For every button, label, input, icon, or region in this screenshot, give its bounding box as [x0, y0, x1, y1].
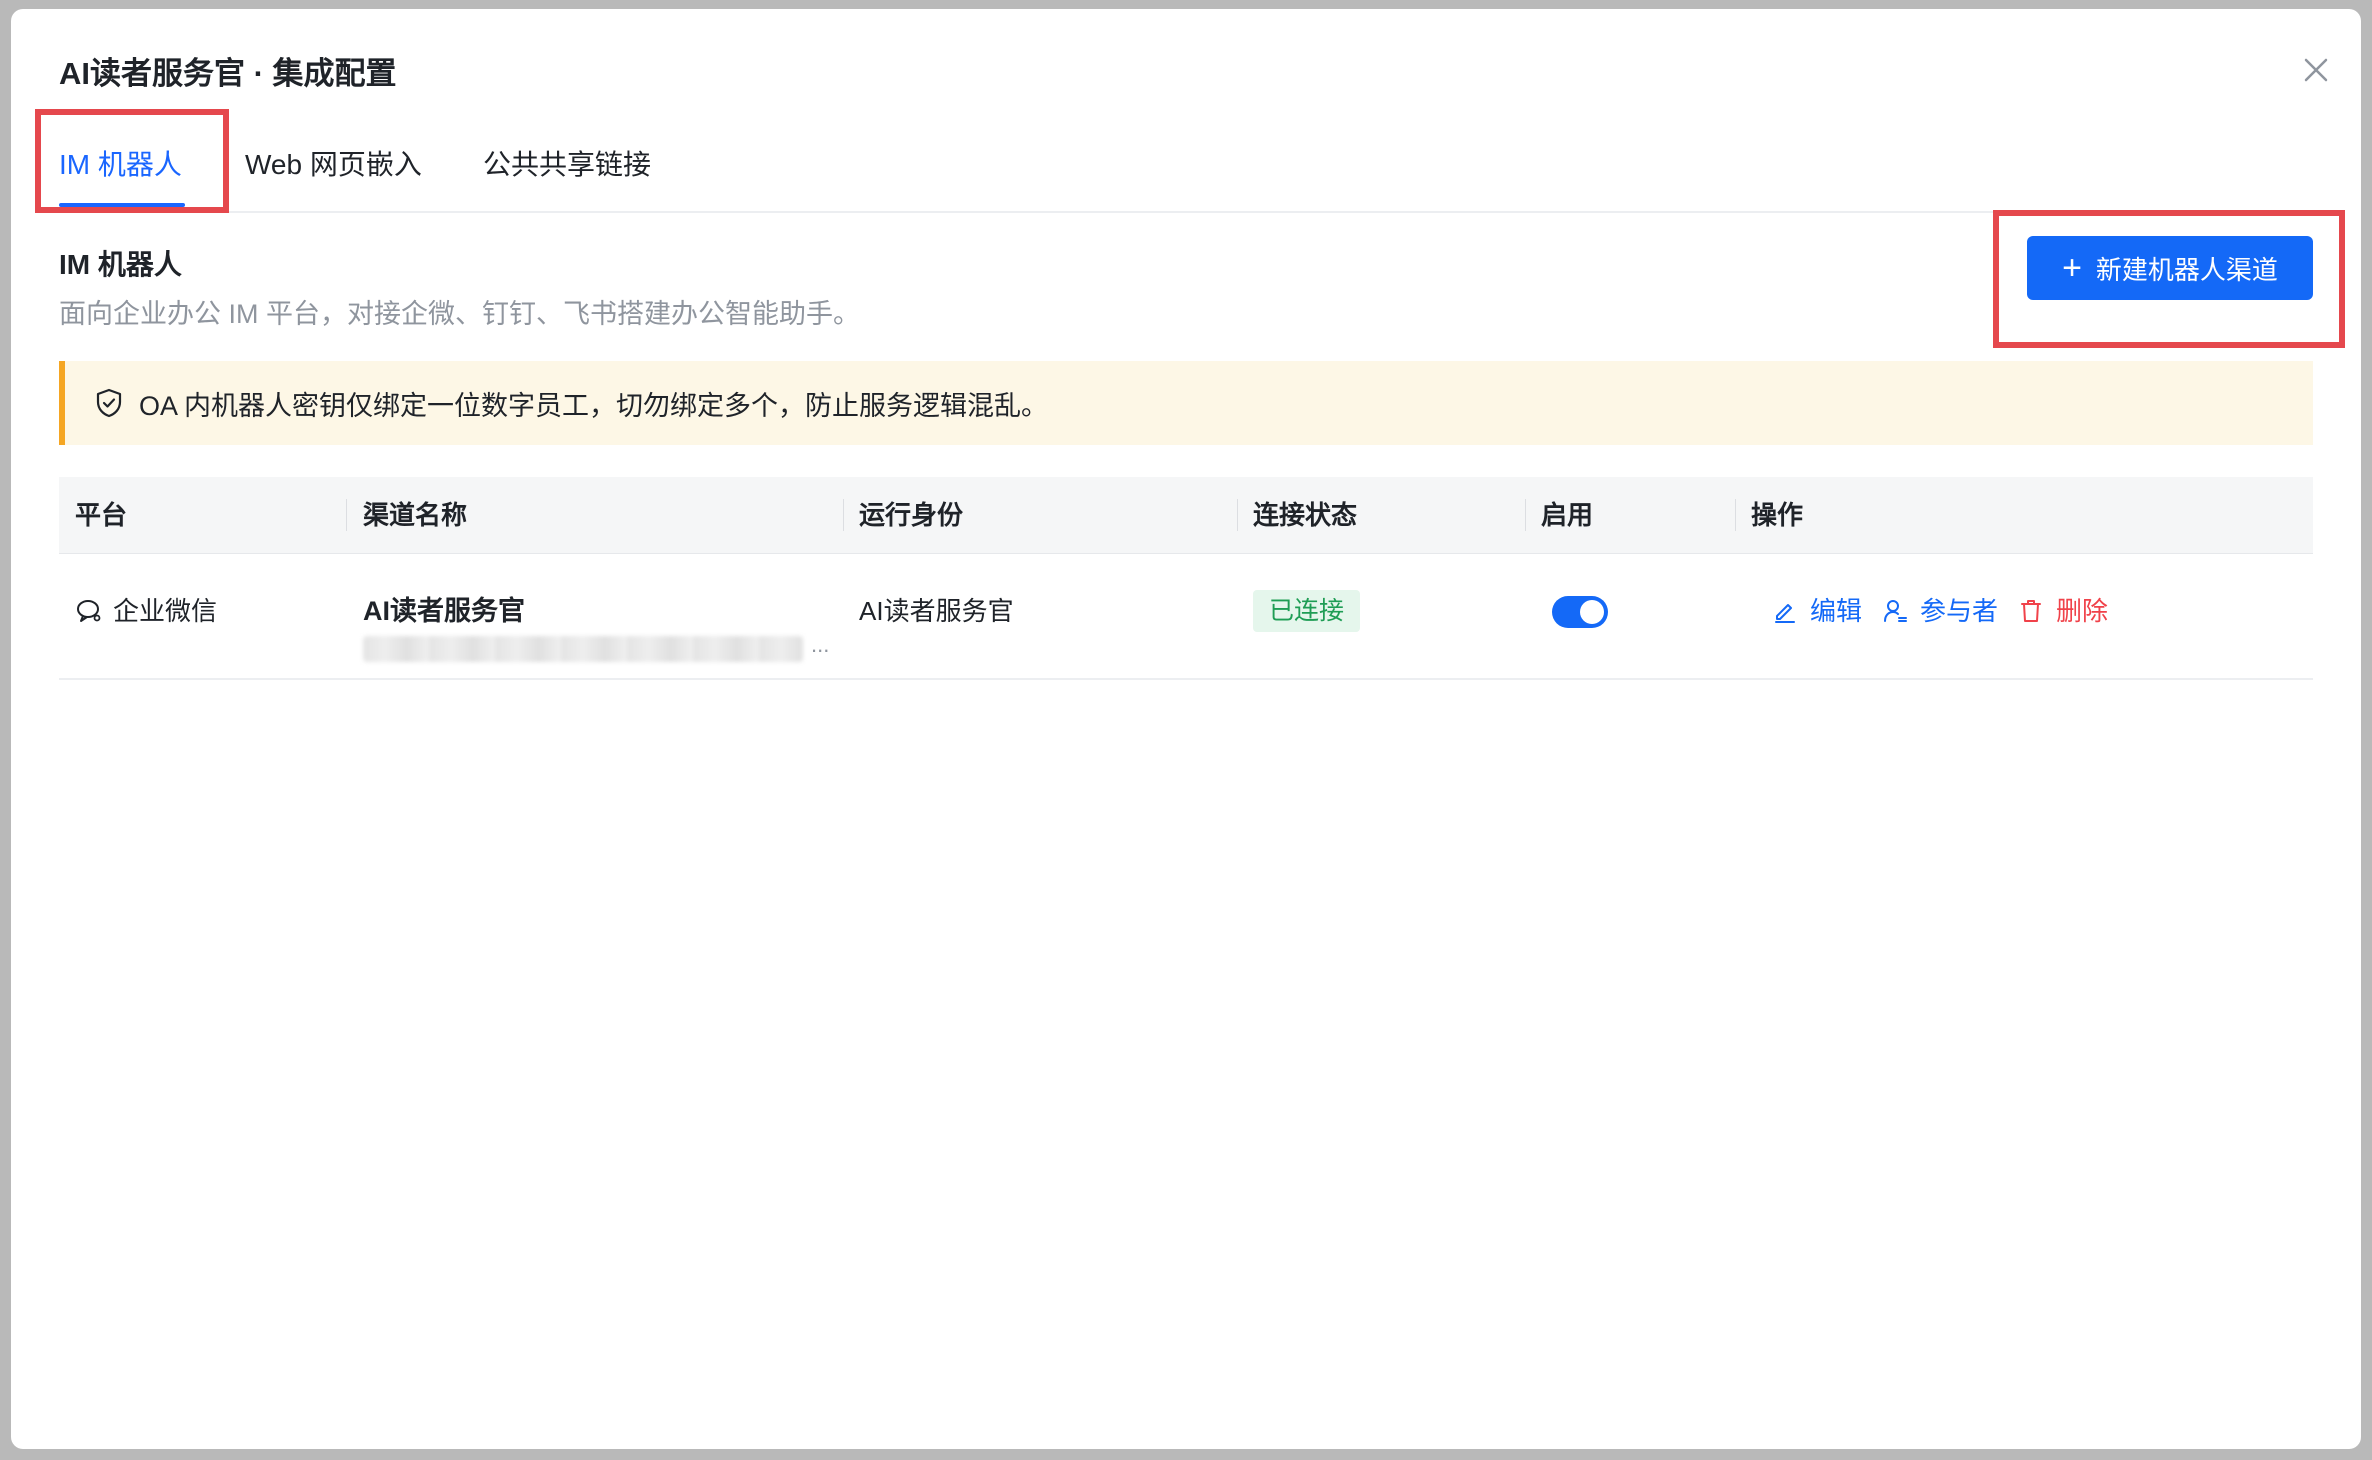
integration-config-modal: AI读者服务官 · 集成配置 IM 机器人 Web 网页嵌入 公共共享链接 IM…: [11, 9, 2361, 1449]
channel-name: AI读者服务官: [363, 596, 525, 626]
active-tab-indicator: [59, 203, 185, 207]
delete-button[interactable]: 删除: [2018, 594, 2108, 628]
run-identity: AI读者服务官: [859, 596, 1014, 626]
enable-toggle[interactable]: [1552, 596, 1608, 628]
platform-cell: 企业微信: [75, 594, 217, 628]
column-header-channel-name: 渠道名称: [363, 500, 468, 530]
tab-public-share-link[interactable]: 公共共享链接: [483, 145, 651, 185]
section-title: IM 机器人: [59, 249, 182, 280]
channel-id-ellipsis: ...: [811, 632, 830, 657]
platform-name: 企业微信: [113, 596, 218, 626]
column-header-identity: 运行身份: [859, 500, 964, 530]
pencil-icon: [1775, 604, 1795, 623]
close-icon[interactable]: [2297, 51, 2335, 89]
trash-icon: [2021, 600, 2042, 622]
alert-text: OA 内机器人密钥仅绑定一位数字员工，切勿绑定多个，防止服务逻辑混乱。: [139, 390, 1049, 421]
edit-button[interactable]: 编辑: [1772, 594, 1862, 628]
tab-im-bot[interactable]: IM 机器人: [59, 145, 182, 185]
row-actions: 编辑 参与者 删除: [1772, 594, 2128, 628]
modal-title: AI读者服务官 · 集成配置: [59, 56, 397, 91]
column-divider: [1237, 499, 1238, 531]
new-bot-channel-label: 新建机器人渠道: [2095, 254, 2278, 285]
user-icon: [1884, 600, 1908, 622]
status-cell: 已连接: [1253, 590, 1361, 632]
column-divider: [843, 499, 844, 531]
status-badge: 已连接: [1253, 590, 1361, 632]
shield-check-icon: [96, 388, 122, 418]
channel-id-redacted: [363, 636, 803, 662]
participants-button[interactable]: 参与者: [1882, 594, 1998, 628]
toggle-knob: [1580, 600, 1604, 624]
column-header-actions: 操作: [1751, 500, 1804, 530]
column-divider: [346, 499, 347, 531]
new-bot-channel-button[interactable]: + 新建机器人渠道: [2027, 236, 2313, 300]
wecom-icon: [77, 600, 101, 622]
section-description: 面向企业办公 IM 平台，对接企微、钉钉、飞书搭建办公智能助手。: [59, 299, 860, 329]
column-header-platform: 平台: [75, 500, 128, 530]
column-header-status: 连接状态: [1253, 500, 1358, 530]
plus-icon: +: [2062, 249, 2082, 287]
tab-bar: IM 机器人 Web 网页嵌入 公共共享链接: [59, 129, 2313, 213]
delete-label: 删除: [2056, 596, 2109, 626]
tab-web-embed[interactable]: Web 网页嵌入: [245, 145, 422, 185]
participants-label: 参与者: [1920, 596, 1999, 626]
warning-alert: OA 内机器人密钥仅绑定一位数字员工，切勿绑定多个，防止服务逻辑混乱。: [59, 361, 2313, 445]
column-header-enabled: 启用: [1541, 500, 1594, 530]
channel-table: 平台 渠道名称 运行身份 连接状态 启用 操作 企业微信 AI读者服务官 ...…: [59, 477, 2313, 680]
table-row: 企业微信 AI读者服务官 ... AI读者服务官 已连接 编辑 参与者 删除: [59, 554, 2313, 680]
table-header: 平台 渠道名称 运行身份 连接状态 启用 操作: [59, 477, 2313, 554]
column-divider: [1525, 499, 1526, 531]
column-divider: [1735, 499, 1736, 531]
edit-label: 编辑: [1810, 596, 1863, 626]
